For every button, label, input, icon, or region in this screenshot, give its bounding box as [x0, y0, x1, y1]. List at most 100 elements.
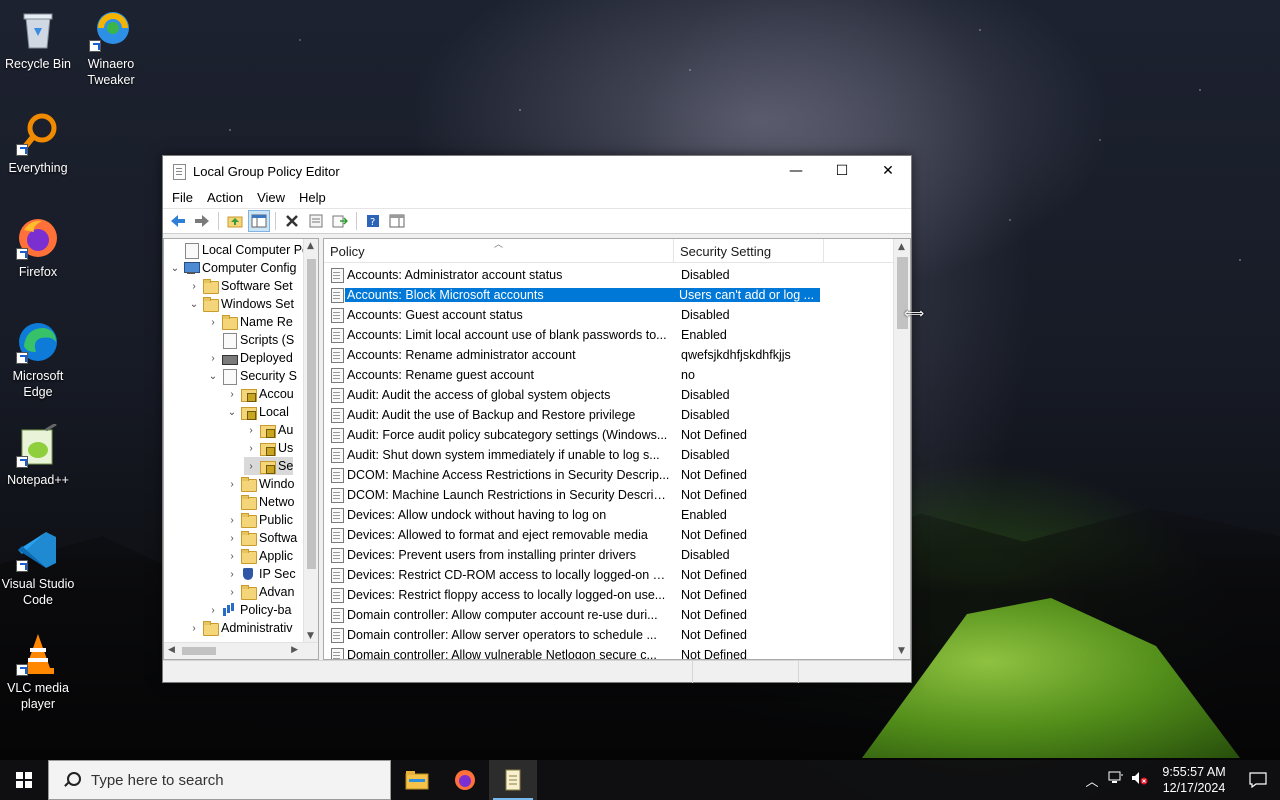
tree-node[interactable]: Scripts (S: [206, 331, 294, 349]
tree-node[interactable]: ⌄ Local: [225, 403, 289, 421]
tree-node[interactable]: › Us: [244, 439, 293, 457]
tree-node[interactable]: › Deployed: [206, 349, 293, 367]
up-one-level-button[interactable]: [224, 210, 246, 232]
scroll-down-icon[interactable]: ▼: [898, 646, 905, 656]
policy-row[interactable]: Devices: Restrict floppy access to local…: [324, 585, 898, 605]
expand-chevron-icon[interactable]: ›: [187, 623, 201, 634]
column-header-security-setting[interactable]: Security Setting: [674, 239, 824, 263]
desktop-icon-firefox[interactable]: Firefox: [0, 216, 76, 280]
scroll-down-icon[interactable]: ▼: [307, 631, 314, 641]
export-list-button[interactable]: [329, 210, 351, 232]
help-button[interactable]: ?: [362, 210, 384, 232]
expand-chevron-icon[interactable]: ›: [206, 353, 220, 364]
desktop-icon-vlc[interactable]: VLC media player: [0, 632, 76, 712]
policy-row[interactable]: Accounts: Block Microsoft accounts Users …: [324, 285, 898, 305]
expand-chevron-icon[interactable]: ›: [225, 587, 239, 598]
policy-row[interactable]: Devices: Allowed to format and eject rem…: [324, 525, 898, 545]
scroll-up-icon[interactable]: ▲: [307, 241, 314, 251]
expand-chevron-icon[interactable]: ›: [225, 515, 239, 526]
policy-row[interactable]: Devices: Restrict CD-ROM access to local…: [324, 565, 898, 585]
tree-node[interactable]: ⌄ Windows Set: [187, 295, 294, 313]
taskbar-group-policy-editor[interactable]: [489, 760, 537, 800]
desktop-icon-recycle-bin[interactable]: Recycle Bin: [0, 8, 76, 72]
network-icon[interactable]: [1104, 771, 1128, 789]
collapse-chevron-icon[interactable]: ⌄: [206, 371, 220, 382]
policy-row[interactable]: Audit: Force audit policy subcategory se…: [324, 425, 898, 445]
volume-muted-icon[interactable]: [1128, 771, 1152, 789]
title-bar[interactable]: Local Group Policy Editor — ☐ ✕: [163, 156, 911, 186]
policy-row[interactable]: DCOM: Machine Launch Restrictions in Sec…: [324, 485, 898, 505]
forward-button[interactable]: [191, 210, 213, 232]
tree-vertical-scroll-thumb[interactable]: [307, 259, 316, 569]
policy-row[interactable]: Accounts: Limit local account use of bla…: [324, 325, 898, 345]
close-button[interactable]: ✕: [865, 156, 911, 186]
scroll-left-icon[interactable]: ◀: [168, 645, 175, 655]
policy-row[interactable]: Audit: Audit the use of Backup and Resto…: [324, 405, 898, 425]
tree-node[interactable]: › Administrativ: [187, 619, 293, 637]
tree-node[interactable]: › Policy-ba: [206, 601, 291, 619]
show-hide-console-tree-button[interactable]: [248, 210, 270, 232]
tree-node[interactable]: › Au: [244, 421, 293, 439]
start-button[interactable]: [0, 760, 48, 800]
policy-row[interactable]: Accounts: Rename guest account no: [324, 365, 898, 385]
tree-node[interactable]: ⌄ Security S: [206, 367, 297, 385]
delete-button[interactable]: [281, 210, 303, 232]
collapse-chevron-icon[interactable]: ⌄: [187, 299, 201, 310]
policy-row[interactable]: Devices: Allow undock without having to …: [324, 505, 898, 525]
clock[interactable]: 9:55:57 AM 12/17/2024: [1152, 764, 1236, 796]
taskbar-firefox[interactable]: [441, 760, 489, 800]
expand-chevron-icon[interactable]: ›: [187, 281, 201, 292]
taskbar-file-explorer[interactable]: [393, 760, 441, 800]
desktop-icon-visual-studio-code[interactable]: Visual Studio Code: [0, 528, 76, 608]
list-vertical-scrollbar[interactable]: ▲ ▼: [893, 239, 910, 659]
policy-row[interactable]: Accounts: Rename administrator account qw…: [324, 345, 898, 365]
tree-node[interactable]: › Advan: [225, 583, 294, 601]
collapse-chevron-icon[interactable]: ⌄: [168, 263, 182, 274]
tree-horizontal-scroll-thumb[interactable]: [182, 647, 216, 655]
policy-row[interactable]: Domain controller: Allow computer accoun…: [324, 605, 898, 625]
expand-chevron-icon[interactable]: ›: [206, 317, 220, 328]
column-header-policy[interactable]: Policy ︿: [324, 239, 674, 263]
expand-chevron-icon[interactable]: ›: [244, 443, 258, 454]
scroll-up-icon[interactable]: ▲: [898, 242, 905, 252]
maximize-button[interactable]: ☐: [819, 156, 865, 186]
taskbar-search-box[interactable]: Type here to search: [48, 760, 391, 800]
tree-node[interactable]: Netwo: [225, 493, 294, 511]
scroll-right-icon[interactable]: ▶: [291, 645, 298, 655]
desktop-icon-everything[interactable]: Everything: [0, 112, 76, 176]
policy-row[interactable]: Audit: Audit the access of global system…: [324, 385, 898, 405]
tree-node[interactable]: Local Computer Pol: [168, 241, 312, 259]
tree-vertical-scrollbar[interactable]: ▲ ▼: [303, 239, 318, 643]
desktop-icon-microsoft-edge[interactable]: Microsoft Edge: [0, 320, 76, 400]
collapse-chevron-icon[interactable]: ⌄: [225, 407, 239, 418]
policy-row[interactable]: Domain controller: Allow vulnerable Netl…: [324, 645, 898, 659]
policy-row[interactable]: Audit: Shut down system immediately if u…: [324, 445, 898, 465]
expand-chevron-icon[interactable]: ›: [206, 605, 220, 616]
policy-row[interactable]: Domain controller: Allow server operator…: [324, 625, 898, 645]
properties-button[interactable]: [305, 210, 327, 232]
show-hidden-icons-chevron-up-icon[interactable]: ︿: [1080, 771, 1104, 790]
show-hide-action-pane-button[interactable]: [386, 210, 408, 232]
expand-chevron-icon[interactable]: ›: [225, 569, 239, 580]
policy-row[interactable]: Devices: Prevent users from installing p…: [324, 545, 898, 565]
tree-node[interactable]: ⌄ Computer Config: [168, 259, 297, 277]
policy-row[interactable]: DCOM: Machine Access Restrictions in Sec…: [324, 465, 898, 485]
policy-row[interactable]: Accounts: Guest account status Disabled: [324, 305, 898, 325]
expand-chevron-icon[interactable]: ›: [225, 551, 239, 562]
menu-file[interactable]: File: [165, 190, 200, 205]
minimize-button[interactable]: —: [773, 156, 819, 186]
tree-node[interactable]: › Windo: [225, 475, 294, 493]
tree-node[interactable]: › Se: [244, 457, 294, 475]
tree-horizontal-scrollbar[interactable]: ◀ ▶: [164, 642, 318, 659]
menu-action[interactable]: Action: [200, 190, 250, 205]
expand-chevron-icon[interactable]: ›: [225, 389, 239, 400]
expand-chevron-icon[interactable]: ›: [244, 461, 258, 472]
back-button[interactable]: [167, 210, 189, 232]
expand-chevron-icon[interactable]: ›: [225, 533, 239, 544]
tree-node[interactable]: › Public: [225, 511, 293, 529]
expand-chevron-icon[interactable]: ›: [244, 425, 258, 436]
desktop-icon-winaero-tweaker[interactable]: Winaero Tweaker: [73, 8, 149, 88]
tree-node[interactable]: › Softwa: [225, 529, 297, 547]
expand-chevron-icon[interactable]: ›: [225, 479, 239, 490]
desktop-icon-notepad-plus-plus[interactable]: Notepad++: [0, 422, 76, 488]
